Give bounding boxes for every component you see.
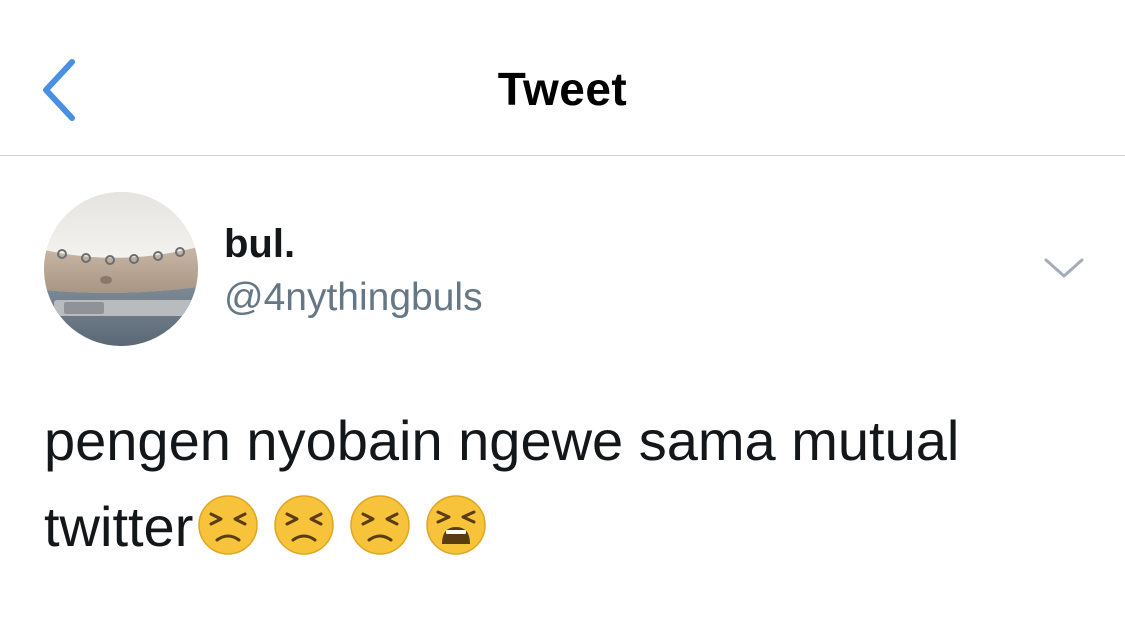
navigation-bar: Tweet [0,0,1125,156]
tweet-header: bul. @4nythingbuls [0,156,1125,366]
page-title: Tweet [497,63,628,115]
avatar[interactable] [44,192,198,346]
weary-face-emoji [425,494,487,556]
chevron-down-icon [1044,258,1084,278]
avatar-photo [44,192,198,346]
author-display-name[interactable]: bul. [224,222,295,267]
persevering-face-emoji [197,494,259,556]
emoji-row [197,494,487,556]
persevering-face-emoji [349,494,411,556]
tweet-text: pengen nyobain ngewe sama mutual twitter [44,398,1094,570]
persevering-face-emoji [273,494,335,556]
author-handle[interactable]: @4nythingbuls [224,276,483,320]
tweet-text-content: pengen nyobain ngewe sama mutual twitter [44,409,960,558]
more-options-button[interactable] [1036,248,1092,288]
